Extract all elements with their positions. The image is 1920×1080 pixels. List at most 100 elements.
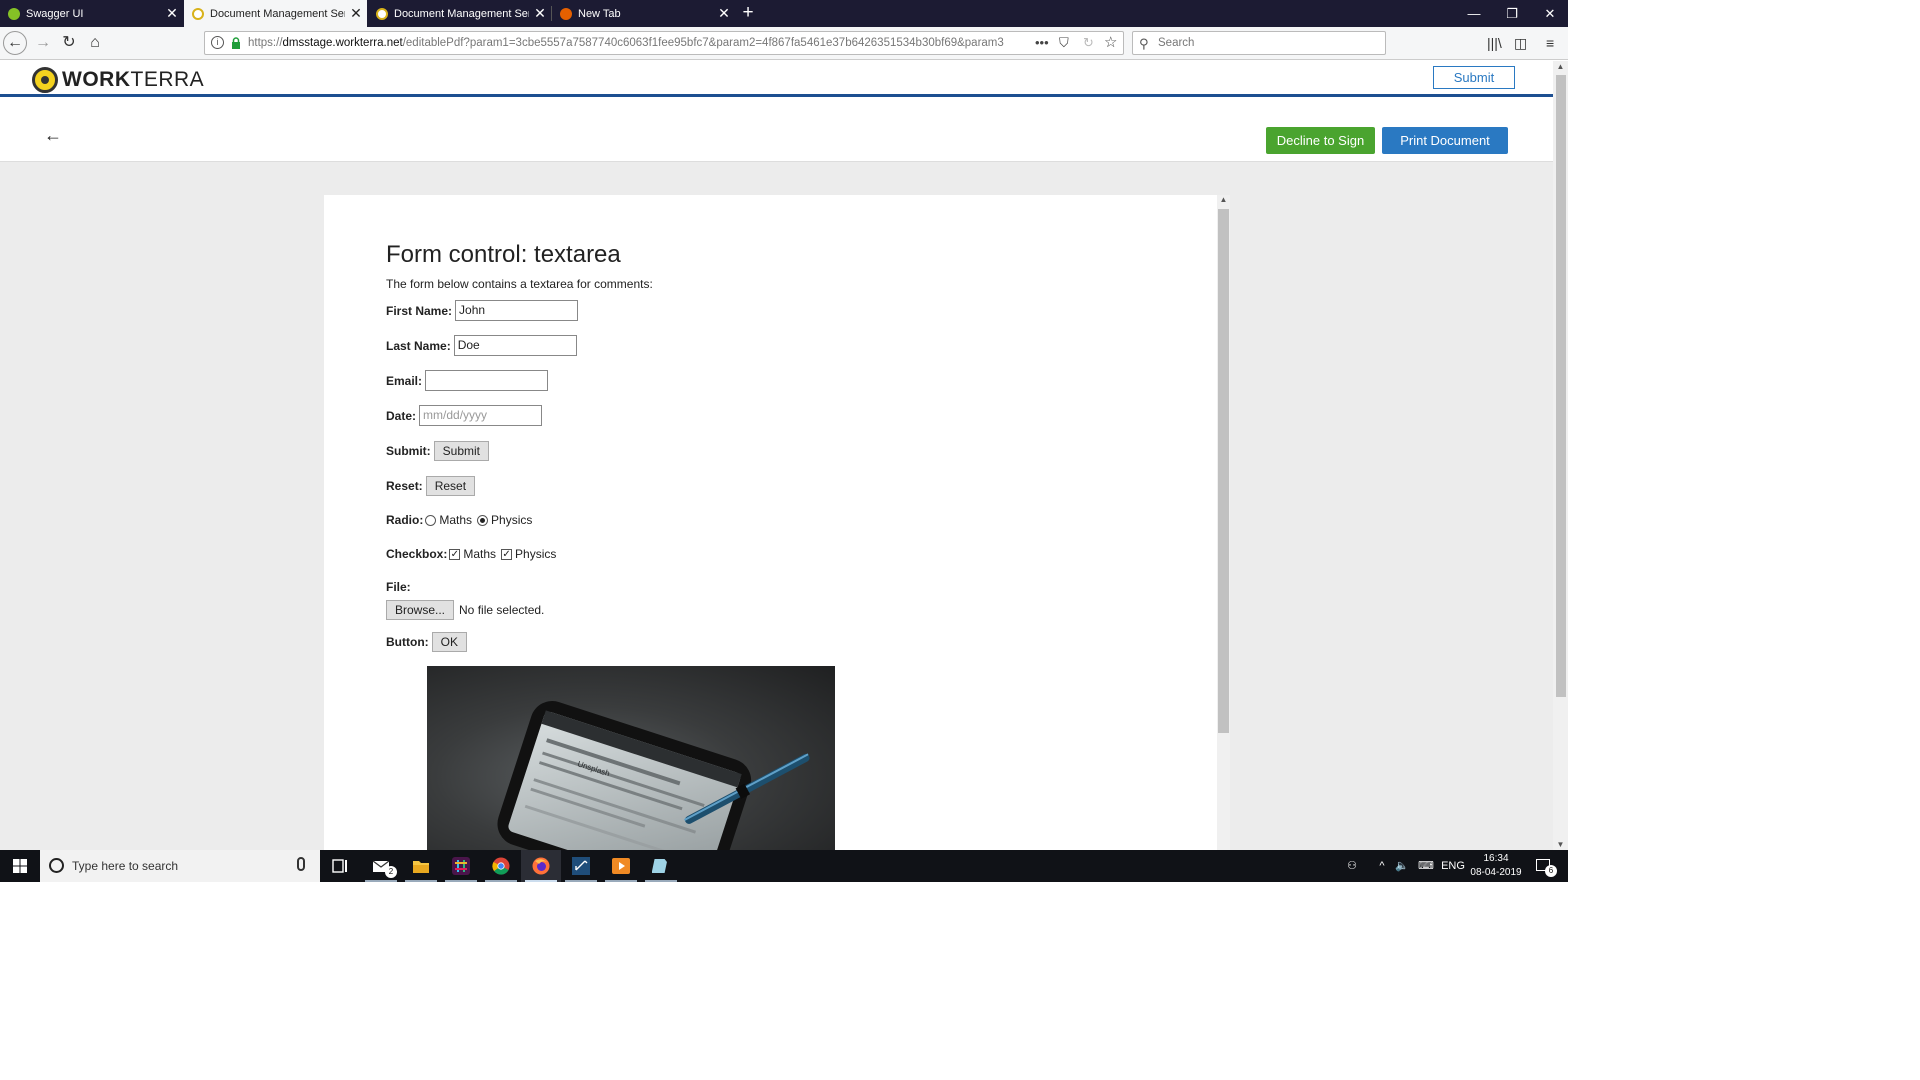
- back-arrow-icon[interactable]: ←: [44, 125, 62, 146]
- document-workspace: Form control: textarea The form below co…: [0, 162, 1553, 850]
- slack-icon: [452, 857, 470, 875]
- date-label: Date:: [386, 408, 417, 423]
- close-tab-icon[interactable]: ✕: [713, 5, 735, 22]
- close-window-button[interactable]: ✕: [1531, 0, 1569, 27]
- radio-physics-label: Physics: [491, 513, 533, 527]
- back-icon[interactable]: ←: [3, 31, 27, 55]
- page-actions-icon[interactable]: •••: [1035, 35, 1049, 50]
- close-tab-icon[interactable]: ✕: [161, 5, 183, 22]
- sidebar-icon[interactable]: ◫: [1514, 35, 1527, 52]
- vscode-app[interactable]: [561, 850, 601, 882]
- reload-icon[interactable]: ↻: [56, 30, 82, 56]
- decline-to-sign-button[interactable]: Decline to Sign: [1266, 127, 1375, 154]
- close-tab-icon[interactable]: ✕: [529, 5, 551, 22]
- scroll-down-icon[interactable]: ▼: [1553, 840, 1568, 849]
- tab-title: Document Management Servic: [394, 7, 529, 20]
- people-icon[interactable]: ⚇: [1340, 850, 1364, 882]
- file-explorer-app[interactable]: [401, 850, 441, 882]
- url-text[interactable]: https://dmsstage.workterra.net/editableP…: [248, 37, 1004, 49]
- taskbar-search-placeholder: Type here to search: [72, 859, 179, 873]
- button-row: Button: OK: [386, 632, 467, 652]
- scroll-up-icon[interactable]: ▲: [1553, 62, 1568, 71]
- task-view-icon: [332, 859, 347, 873]
- checkbox-maths[interactable]: ✓: [449, 548, 461, 560]
- app-running-indicator: [405, 880, 437, 882]
- phone-photo-graphic: Unsplash: [497, 701, 810, 850]
- date-row: Date: mm/dd/yyyy: [386, 405, 543, 426]
- tab-swagger-ui[interactable]: Swagger UI ✕: [0, 0, 183, 27]
- window-scrollbar[interactable]: ▲ ▼: [1553, 61, 1568, 850]
- ok-button[interactable]: OK: [431, 632, 467, 652]
- start-button[interactable]: [0, 850, 40, 882]
- last-name-input[interactable]: Doe: [453, 335, 577, 356]
- tab-separator: [551, 6, 552, 21]
- code-editor-icon: [572, 857, 590, 875]
- mail-badge: 2: [385, 866, 397, 878]
- last-name-label: Last Name:: [386, 338, 451, 353]
- workterra-logo[interactable]: WORKTERRA: [32, 67, 204, 93]
- library-icon[interactable]: |||\: [1487, 35, 1502, 51]
- reader-sync-icon[interactable]: ↻: [1083, 35, 1094, 51]
- url-bar[interactable]: i https://dmsstage.workterra.net/editabl…: [204, 31, 1124, 55]
- minimize-button[interactable]: —: [1455, 0, 1493, 27]
- notes-icon: [652, 859, 667, 873]
- keyboard-icon[interactable]: ⌨: [1414, 850, 1438, 882]
- first-name-input[interactable]: John: [455, 300, 579, 321]
- task-view-button[interactable]: [320, 850, 360, 882]
- browse-button[interactable]: Browse...: [386, 600, 455, 620]
- radio-physics[interactable]: [477, 514, 489, 526]
- workterra-favicon-icon: [192, 7, 204, 20]
- window-scroll-thumb[interactable]: [1556, 75, 1566, 697]
- app-running-indicator: [605, 880, 637, 882]
- workterra-logo-icon: [32, 67, 58, 93]
- close-tab-icon[interactable]: ✕: [345, 5, 367, 22]
- menu-icon[interactable]: ≡: [1546, 35, 1554, 51]
- date-input[interactable]: mm/dd/yyyy: [419, 405, 543, 426]
- home-icon[interactable]: ⌂: [82, 30, 108, 56]
- print-document-button[interactable]: Print Document: [1382, 127, 1508, 154]
- form-submit-button[interactable]: Submit: [433, 441, 490, 461]
- tab-document-management-active[interactable]: Document Management Servic ✕: [184, 0, 367, 27]
- site-info-icon[interactable]: i: [211, 36, 224, 49]
- microphone-icon[interactable]: [297, 857, 305, 871]
- reset-label: Reset:: [386, 479, 423, 493]
- browser-tab-strip: Swagger UI ✕ Document Management Servic …: [0, 0, 1568, 27]
- volume-icon[interactable]: 🔈: [1392, 850, 1412, 882]
- logo-text: WORKTERRA: [62, 68, 205, 91]
- notes-app[interactable]: [641, 850, 681, 882]
- document-scrollbar[interactable]: ▲: [1217, 195, 1230, 850]
- taskbar-clock[interactable]: 16:34 08-04-2019: [1468, 852, 1524, 880]
- checkbox-physics[interactable]: ✓: [501, 548, 513, 560]
- windows-logo-icon: [13, 859, 27, 873]
- mail-app[interactable]: 2: [361, 850, 401, 882]
- tray-expand-icon[interactable]: ^: [1372, 850, 1392, 882]
- firefox-app-active[interactable]: [521, 850, 561, 882]
- search-bar[interactable]: ⚲ Search: [1132, 31, 1386, 55]
- bookmark-star-icon[interactable]: ☆: [1104, 33, 1117, 51]
- radio-row: Radio: Maths Physics: [386, 513, 535, 527]
- chrome-app[interactable]: [481, 850, 521, 882]
- new-tab-button[interactable]: +: [738, 2, 758, 24]
- slack-app[interactable]: [441, 850, 481, 882]
- phone-photo-image: Unsplash: [427, 666, 835, 850]
- tab-new-tab[interactable]: New Tab ✕: [552, 0, 735, 27]
- pocket-icon[interactable]: ⛉: [1059, 35, 1069, 51]
- restore-button[interactable]: ❐: [1493, 0, 1531, 27]
- document-scroll-thumb[interactable]: [1218, 209, 1229, 733]
- email-input[interactable]: [425, 370, 549, 391]
- tab-document-management[interactable]: Document Management Servic ✕: [368, 0, 551, 27]
- radio-maths[interactable]: [425, 514, 437, 526]
- swagger-favicon-icon: [8, 7, 20, 20]
- submit-button[interactable]: Submit: [1433, 66, 1515, 89]
- folder-icon: [413, 861, 429, 873]
- media-player-app[interactable]: [601, 850, 641, 882]
- scroll-up-icon[interactable]: ▲: [1217, 195, 1230, 207]
- forward-icon[interactable]: →: [30, 30, 56, 56]
- language-indicator[interactable]: ENG: [1440, 850, 1466, 882]
- app-running-indicator: [365, 880, 397, 882]
- tab-title: Document Management Servic: [210, 7, 345, 20]
- form-reset-button[interactable]: Reset: [425, 476, 476, 496]
- document-description: The form below contains a textarea for c…: [386, 277, 653, 291]
- action-center-button[interactable]: 6: [1532, 850, 1562, 882]
- taskbar-search-box[interactable]: Type here to search: [40, 850, 320, 882]
